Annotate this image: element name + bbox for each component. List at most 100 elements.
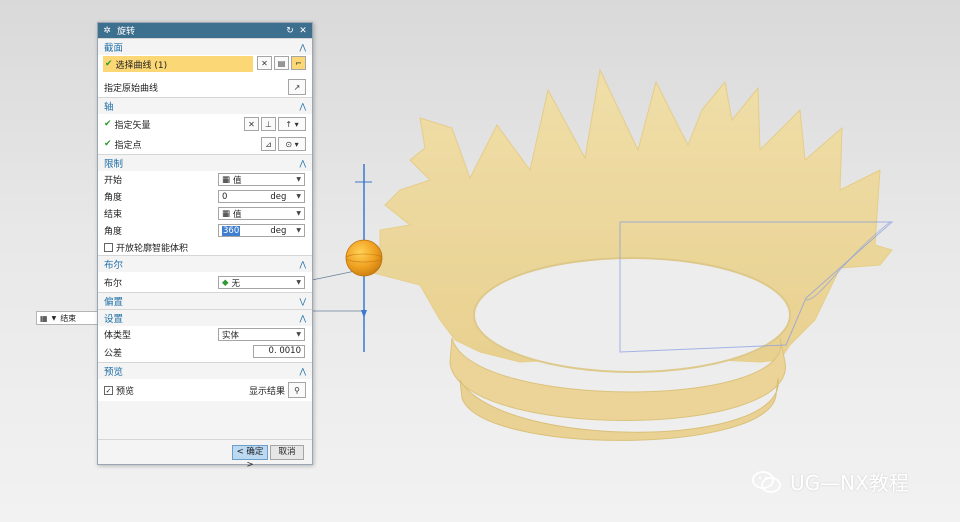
open-profile-checkbox[interactable] (104, 242, 113, 252)
boolean-section-label: 布尔 (104, 260, 124, 271)
origin-curve-icon[interactable]: ↗ (288, 79, 306, 95)
open-profile-label: 开放轮廓智能体积 (116, 243, 189, 254)
axis-section-header[interactable]: 轴 ⋀ (98, 97, 312, 114)
end-angle-value: 360 (222, 225, 241, 236)
boolean-row: 布尔 ◆ 无 ▼ (98, 272, 312, 292)
preview-section-header[interactable]: 预览 ⋀ (98, 362, 312, 379)
point-row[interactable]: ✔ 指定点 ⊿ ⊙ ▾ (98, 134, 312, 154)
chevron-up-icon[interactable]: ⋀ (299, 43, 306, 52)
chevron-down-icon: ▼ (296, 176, 301, 183)
start-type-value: 值 (233, 175, 242, 186)
section-label: 截面 (104, 43, 124, 54)
boolean-section-header[interactable]: 布尔 ⋀ (98, 255, 312, 272)
start-angle-row: 角度 0 deg ▼ (98, 188, 312, 205)
crown-body (369, 68, 893, 441)
end-row: 结束 ▦ 值 ▼ (98, 205, 312, 222)
offset-section-header[interactable]: 偏置 ⋁ (98, 292, 312, 309)
boolean-value: 无 (231, 278, 241, 289)
select-curve-row[interactable]: ✔ 选择曲线 (1) ✕ ▤ ⌐ (98, 55, 312, 77)
tolerance-row: 公差 0. 0010 (98, 343, 312, 362)
section-header[interactable]: 截面 ⋀ (98, 38, 312, 55)
axis-section-body: ✔ 指定矢量 ✕ ⊥ ↑ ▾ ✔ 指定点 ⊿ ⊙ ▾ (98, 114, 312, 154)
dialog-titlebar[interactable]: ✲ 旋转 ↻ ✕ (98, 23, 312, 38)
gear-icon: ✲ (103, 25, 111, 36)
mini-toolbar-label: 结束 (60, 313, 77, 323)
dialog-footer: < 确定 > 取消 (98, 439, 312, 470)
axis-section-label: 轴 (104, 102, 114, 113)
chevron-down-icon: ▼ (296, 331, 301, 338)
sketch-section-icon[interactable]: ▤ (274, 56, 289, 70)
select-curve-highlight[interactable]: ✔ 选择曲线 (1) (103, 56, 253, 72)
checkmark-icon: ✔ (104, 139, 112, 149)
preview-checkbox[interactable]: ✓ (104, 385, 113, 395)
limit-section-header[interactable]: 限制 ⋀ (98, 154, 312, 171)
select-curve-label: 选择曲线 (1) (115, 60, 168, 71)
dropdown-arrow-icon[interactable]: ▼ (52, 315, 57, 322)
start-angle-input[interactable]: 0 deg ▼ (218, 190, 305, 203)
revolve-dialog: ✲ 旋转 ↻ ✕ 截面 ⋀ ✔ 选择曲线 (1) ✕ ▤ ⌐ 指定原始曲线 ↗ (97, 22, 313, 470)
close-icon[interactable]: ✕ (298, 26, 308, 36)
origin-curve-row[interactable]: 指定原始曲线 ↗ (98, 77, 312, 97)
end-type-select[interactable]: ▦ 值 ▼ (218, 207, 305, 220)
section-body: ✔ 选择曲线 (1) ✕ ▤ ⌐ 指定原始曲线 ↗ (98, 55, 312, 97)
end-angle-row: 角度 360 deg ▼ (98, 222, 312, 239)
tolerance-input[interactable]: 0. 0010 (253, 345, 305, 358)
dialog-title: 旋转 (117, 27, 136, 37)
origin-curve-label: 指定原始曲线 (104, 83, 159, 94)
vector-row[interactable]: ✔ 指定矢量 ✕ ⊥ ↑ ▾ (98, 114, 312, 134)
point-icon[interactable]: ⊙ ▾ (278, 137, 306, 151)
settings-section-body: 体类型 实体 ▼ 公差 0. 0010 (98, 326, 312, 362)
value-type-icon: ▦ (222, 208, 231, 219)
crown-opening (473, 257, 791, 373)
preview-row: ✓ 预览 显示结果 ⚲ (98, 379, 312, 401)
checkmark-icon: ✔ (105, 59, 113, 69)
watermark: UG—NX教程 (752, 467, 909, 496)
chevron-up-icon[interactable]: ⋀ (299, 159, 306, 168)
offset-section-label: 偏置 (104, 297, 124, 308)
limit-section-label: 限制 (104, 159, 124, 170)
magnifier-icon[interactable]: ⚲ (288, 382, 306, 398)
show-result-label: 显示结果 (248, 387, 285, 397)
wechat-icon (752, 470, 781, 493)
chevron-down-icon: ▼ (296, 210, 301, 217)
watermark-text: UG—NX教程 (790, 471, 909, 495)
angle-unit: deg (270, 191, 287, 202)
deselect-icon[interactable]: ✕ (257, 56, 272, 70)
point-dialog-icon[interactable]: ⊿ (261, 137, 276, 151)
chevron-down-icon[interactable]: ▼ (296, 193, 301, 200)
chevron-down-icon: ▼ (296, 279, 301, 286)
reverse-direction-icon[interactable]: ✕ (244, 117, 259, 131)
settings-section-header[interactable]: 设置 ⋀ (98, 309, 312, 326)
chevron-up-icon[interactable]: ⋀ (299, 314, 306, 323)
chevron-down-icon[interactable]: ⋁ (299, 297, 306, 306)
preview-section-label: 预览 (104, 367, 124, 378)
chevron-up-icon[interactable]: ⋀ (299, 260, 306, 269)
end-angle-input[interactable]: 360 deg ▼ (218, 224, 305, 237)
value-type-icon: ▦ (40, 313, 48, 323)
limit-section-body: 开始 ▦ 值 ▼ 角度 0 deg ▼ 结束 ▦ 值 ▼ 角度 360 deg … (98, 171, 312, 255)
body-type-select[interactable]: 实体 ▼ (218, 328, 305, 341)
angle-unit: deg (270, 225, 287, 236)
start-row: 开始 ▦ 值 ▼ (98, 171, 312, 188)
chevron-down-icon[interactable]: ▼ (296, 227, 301, 234)
boolean-select[interactable]: ◆ 无 ▼ (218, 276, 305, 289)
value-type-icon: ▦ (222, 174, 231, 185)
chevron-up-icon[interactable]: ⋀ (299, 367, 306, 376)
end-type-value: 值 (233, 209, 242, 220)
curve-rule-icon[interactable]: ⌐ (291, 56, 306, 70)
open-profile-row[interactable]: 开放轮廓智能体积 (98, 239, 312, 255)
vector-icon[interactable]: ↑ ▾ (278, 117, 306, 131)
boolean-section-body: 布尔 ◆ 无 ▼ (98, 272, 312, 292)
end-value-mini-toolbar[interactable]: ▦ ▼ 结束 (36, 311, 100, 325)
settings-section-label: 设置 (104, 314, 124, 325)
chevron-up-icon[interactable]: ⋀ (299, 102, 306, 111)
vector-dialog-icon[interactable]: ⊥ (261, 117, 276, 131)
start-type-select[interactable]: ▦ 值 ▼ (218, 173, 305, 186)
body-type-value: 实体 (222, 330, 240, 341)
preview-section-body: ✓ 预览 显示结果 ⚲ (98, 379, 312, 401)
cancel-button[interactable]: 取消 (270, 445, 304, 460)
ok-button[interactable]: < 确定 > (232, 445, 268, 470)
angle-drag-handle (345, 239, 383, 277)
boolean-none-icon: ◆ (222, 277, 229, 288)
reset-icon[interactable]: ↻ (285, 26, 295, 36)
